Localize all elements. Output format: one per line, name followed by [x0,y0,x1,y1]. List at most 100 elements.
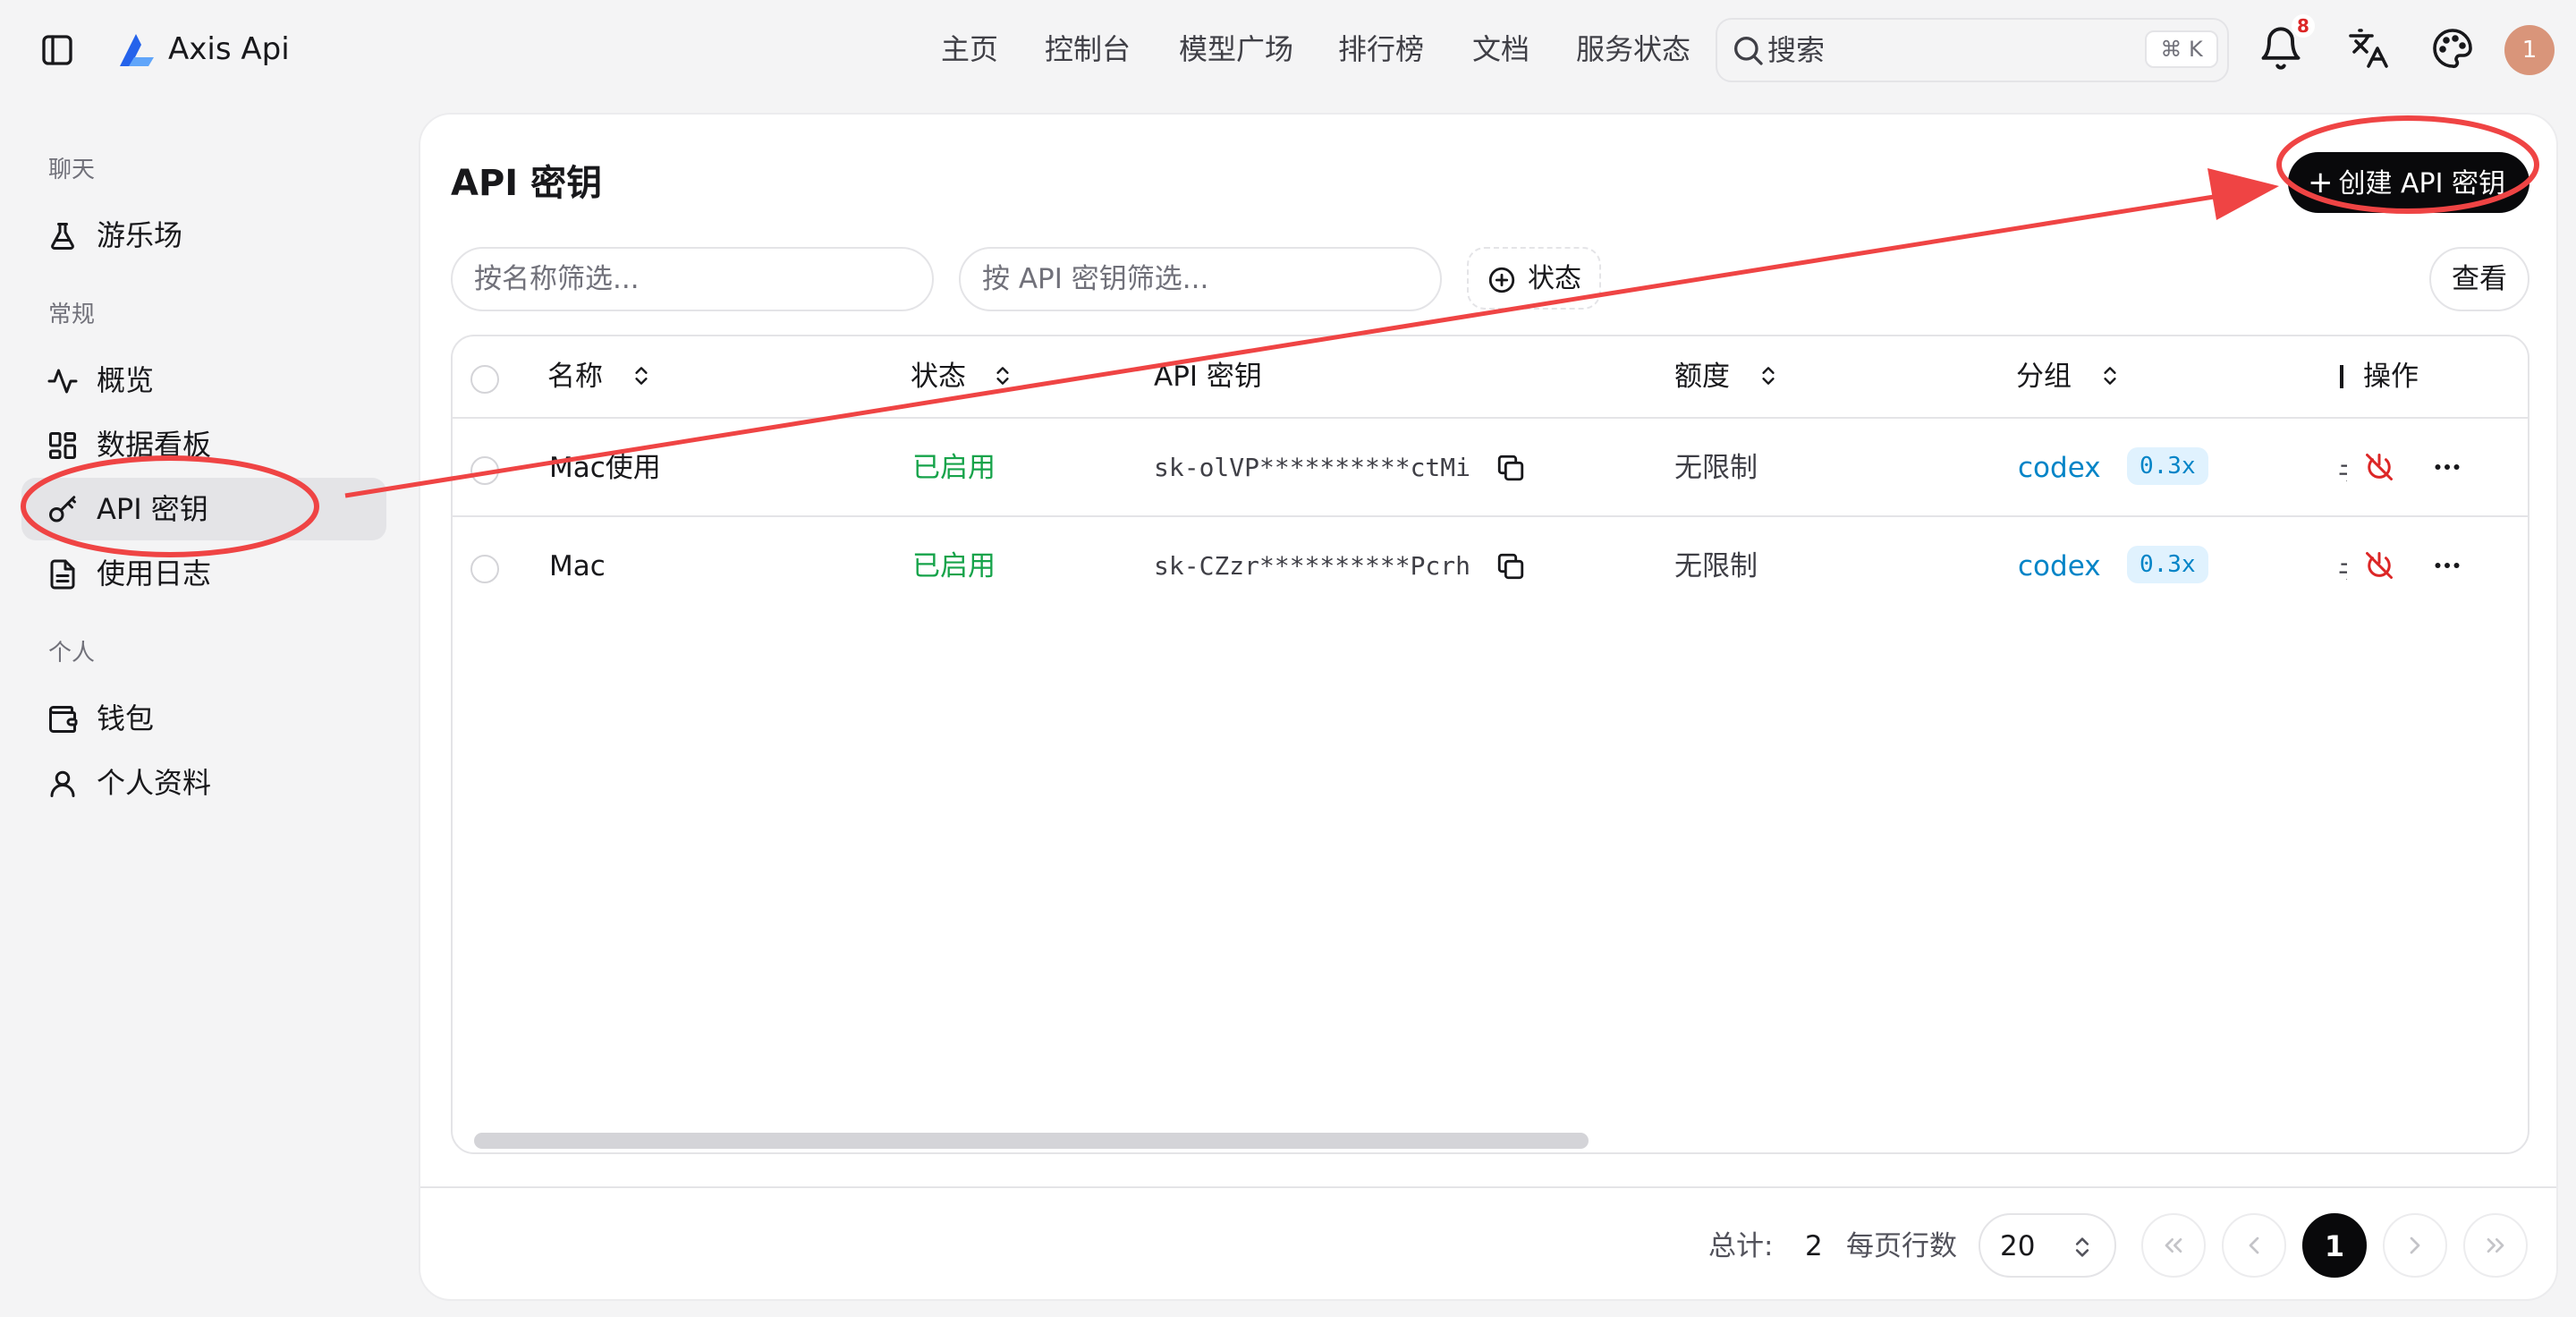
rows-per-page-label: 每页行数 [1846,1230,1957,1262]
sidebar-section-general: 常规 [48,302,96,328]
sidebar-item-usage-logs[interactable]: 使用日志 [21,542,386,605]
disable-icon[interactable] [2363,451,2395,483]
column-label: 状态 [911,361,966,393]
key-icon [47,494,79,526]
truncated-column-edge [2340,365,2343,388]
status-filter-label: 状态 [1528,263,1581,294]
activity-icon [47,365,79,397]
api-key-value: sk-olVP**********ctMi [1154,453,1471,482]
chevron-up-down-icon [2070,1233,2095,1262]
sidebar-item-label: 游乐场 [97,218,183,252]
row-checkbox[interactable] [470,456,499,485]
last-page-button[interactable] [2463,1213,2528,1278]
sidebar-item-label: 概览 [97,363,155,397]
disable-icon[interactable] [2363,549,2395,582]
status-badge: 已启用 [912,550,996,582]
nav-leaderboard[interactable]: 排行榜 [1338,29,1424,70]
logo-icon[interactable] [116,30,157,70]
more-icon[interactable] [2431,451,2463,483]
key-filter-field[interactable] [959,247,1442,311]
nav-docs[interactable]: 文档 [1472,29,1530,70]
status-filter-button[interactable]: 状态 [1467,247,1601,310]
chevron-right-icon [2410,1236,2420,1254]
copy-icon[interactable] [1496,551,1526,582]
rows-per-page-select[interactable]: 20 [1979,1213,2116,1278]
sidebar-section-chat: 聊天 [48,157,96,183]
palette-icon[interactable] [2431,27,2478,73]
column-header-actions: 操作 [2363,356,2419,397]
search-shortcut: ⌘ K [2145,30,2218,68]
search-icon [1730,32,1766,68]
multiplier-badge: 0.3x [2127,546,2208,583]
top-bar: Axis Api 主页 控制台 模型广场 排行榜 文档 服务状态 搜索 ⌘ K … [0,0,2576,100]
dashboard-icon [47,429,79,462]
api-keys-table [451,335,2529,1154]
column-label: 名称 [547,361,603,393]
more-icon[interactable] [2431,549,2463,582]
api-key-value: sk-CZzr**********Pcrh [1154,551,1471,581]
app-title[interactable]: Axis Api [168,29,290,70]
previous-page-button[interactable] [2222,1213,2286,1278]
next-page-button[interactable] [2383,1213,2447,1278]
column-header-status[interactable]: 状态 [911,356,966,397]
select-all-checkbox[interactable] [470,365,499,394]
group-link[interactable]: codex [2018,447,2101,489]
sidebar-item-dashboard[interactable]: 数据看板 [21,413,386,476]
sidebar-item-label: 个人资料 [97,766,212,800]
page-title: API 密钥 [451,163,603,204]
horizontal-scrollbar[interactable] [474,1133,1589,1149]
column-header-name[interactable]: 名称 [547,356,603,397]
quota-value: 无限制 [1674,550,1758,582]
page-button-current[interactable]: 1 [2302,1213,2367,1278]
column-header-group[interactable]: 分组 [2016,356,2072,397]
truncated-cell: 无 [2338,553,2347,580]
column-label: 分组 [2016,361,2072,393]
sidebar-item-wallet[interactable]: 钱包 [21,687,386,750]
name-filter-input[interactable] [453,249,932,310]
sidebar-item-label: API 密钥 [97,492,208,526]
total-label: 总计: [1708,1230,1774,1262]
sidebar-item-playground[interactable]: 游乐场 [21,204,386,267]
copy-icon[interactable] [1496,453,1526,483]
nav-model-square[interactable]: 模型广场 [1179,29,1293,70]
sort-icon[interactable] [1757,361,1780,390]
flask-icon [47,220,79,252]
chevrons-right-icon [2487,1238,2504,1253]
sort-icon[interactable] [630,361,653,390]
sidebar-item-overview[interactable]: 概览 [21,349,386,412]
user-icon [47,768,79,800]
sidebar-item-label: 使用日志 [97,557,212,591]
create-api-key-button[interactable]: + 创建 API 密钥 [2288,152,2529,213]
plus-icon: + [2308,165,2334,200]
nav-service-status[interactable]: 服务状态 [1576,29,1690,70]
column-label: 额度 [1674,361,1730,393]
sort-icon[interactable] [991,361,1014,390]
nav-console[interactable]: 控制台 [1045,29,1131,70]
chevron-left-icon [2249,1236,2259,1254]
sidebar-item-profile[interactable]: 个人资料 [21,752,386,814]
avatar[interactable]: 1 [2504,25,2555,75]
create-api-key-label: 创建 API 密钥 [2338,168,2506,200]
sidebar-item-api-keys[interactable]: API 密钥 [21,478,386,540]
first-page-button[interactable] [2141,1213,2206,1278]
key-filter-input[interactable] [961,249,1440,310]
row-checkbox[interactable] [470,555,499,583]
translate-icon[interactable] [2347,27,2394,73]
header-divider [453,417,2528,419]
sort-icon[interactable] [2098,361,2122,390]
sidebar-section-personal: 个人 [48,640,96,667]
column-header-quota[interactable]: 额度 [1674,356,1730,397]
sidebar-item-label: 数据看板 [97,428,212,462]
plus-circle-icon [1487,265,1517,295]
sidebar-toggle-icon[interactable] [39,32,75,68]
rows-per-page-value: 20 [2000,1230,2036,1262]
footer-divider [420,1186,2556,1188]
group-link[interactable]: codex [2018,546,2101,587]
sidebar-item-label: 钱包 [97,701,155,735]
key-name: Mac [549,550,606,582]
nav-home[interactable]: 主页 [941,29,998,70]
document-icon [47,558,79,591]
chevrons-left-icon [2165,1238,2182,1253]
view-options-button[interactable]: 查看 [2429,247,2529,311]
name-filter-field[interactable] [451,247,934,311]
